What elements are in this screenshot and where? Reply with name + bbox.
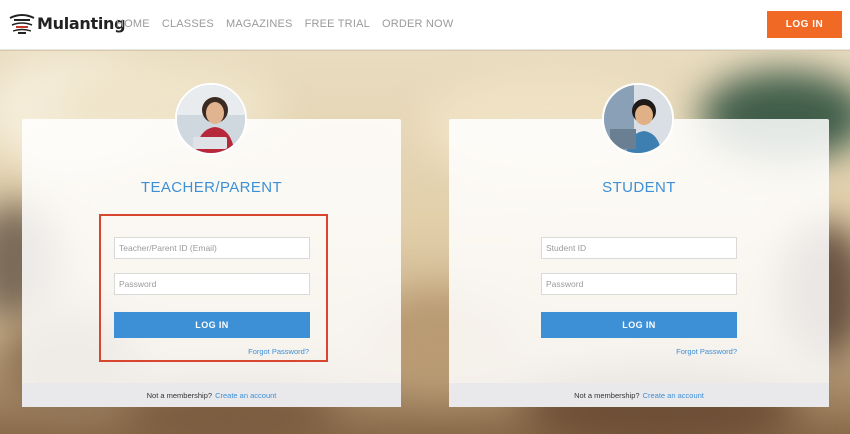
main-nav: HOME CLASSES MAGAZINES FREE TRIAL ORDER … <box>116 18 465 30</box>
nav-home[interactable]: HOME <box>116 18 150 30</box>
nav-magazines[interactable]: MAGAZINES <box>226 18 293 30</box>
brand-logo[interactable]: Mulanting <box>8 10 126 36</box>
student-signup-footer: Not a membership? Create an account <box>449 383 829 407</box>
teacher-card-title: TEACHER/PARENT <box>140 179 283 196</box>
student-membership-text: Not a membership? <box>574 390 640 400</box>
student-password-input[interactable]: Password <box>541 273 737 295</box>
header-login-button[interactable]: LOG IN <box>767 11 842 38</box>
student-forgot-password-link[interactable]: Forgot Password? <box>676 347 737 356</box>
student-avatar <box>602 83 674 155</box>
teacher-avatar <box>175 83 247 155</box>
teacher-id-input[interactable]: Teacher/Parent ID (Email) <box>114 237 310 259</box>
student-login-button[interactable]: LOG IN <box>541 312 737 338</box>
brand-name: Mulanting <box>37 13 126 33</box>
top-header: Mulanting HOME CLASSES MAGAZINES FREE TR… <box>0 0 850 50</box>
teacher-signup-footer: Not a membership? Create an account <box>22 383 401 407</box>
teacher-forgot-password-link[interactable]: Forgot Password? <box>248 347 309 356</box>
pagoda-logo-icon <box>9 14 35 34</box>
teacher-login-card: TEACHER/PARENT Teacher/Parent ID (Email)… <box>22 83 401 407</box>
teacher-membership-text: Not a membership? <box>146 390 213 400</box>
teacher-create-account-link[interactable]: Create an account <box>215 391 276 400</box>
student-login-card: STUDENT Student ID Password LOG IN Forgo… <box>449 83 829 407</box>
teacher-login-button[interactable]: LOG IN <box>114 312 310 338</box>
nav-classes[interactable]: CLASSES <box>162 18 214 30</box>
teacher-password-input[interactable]: Password <box>114 273 310 295</box>
student-id-input[interactable]: Student ID <box>541 237 737 259</box>
student-card-title: STUDENT <box>602 179 676 196</box>
student-create-account-link[interactable]: Create an account <box>643 391 704 400</box>
nav-order-now[interactable]: ORDER NOW <box>382 18 453 30</box>
nav-free-trial[interactable]: FREE TRIAL <box>305 18 370 30</box>
